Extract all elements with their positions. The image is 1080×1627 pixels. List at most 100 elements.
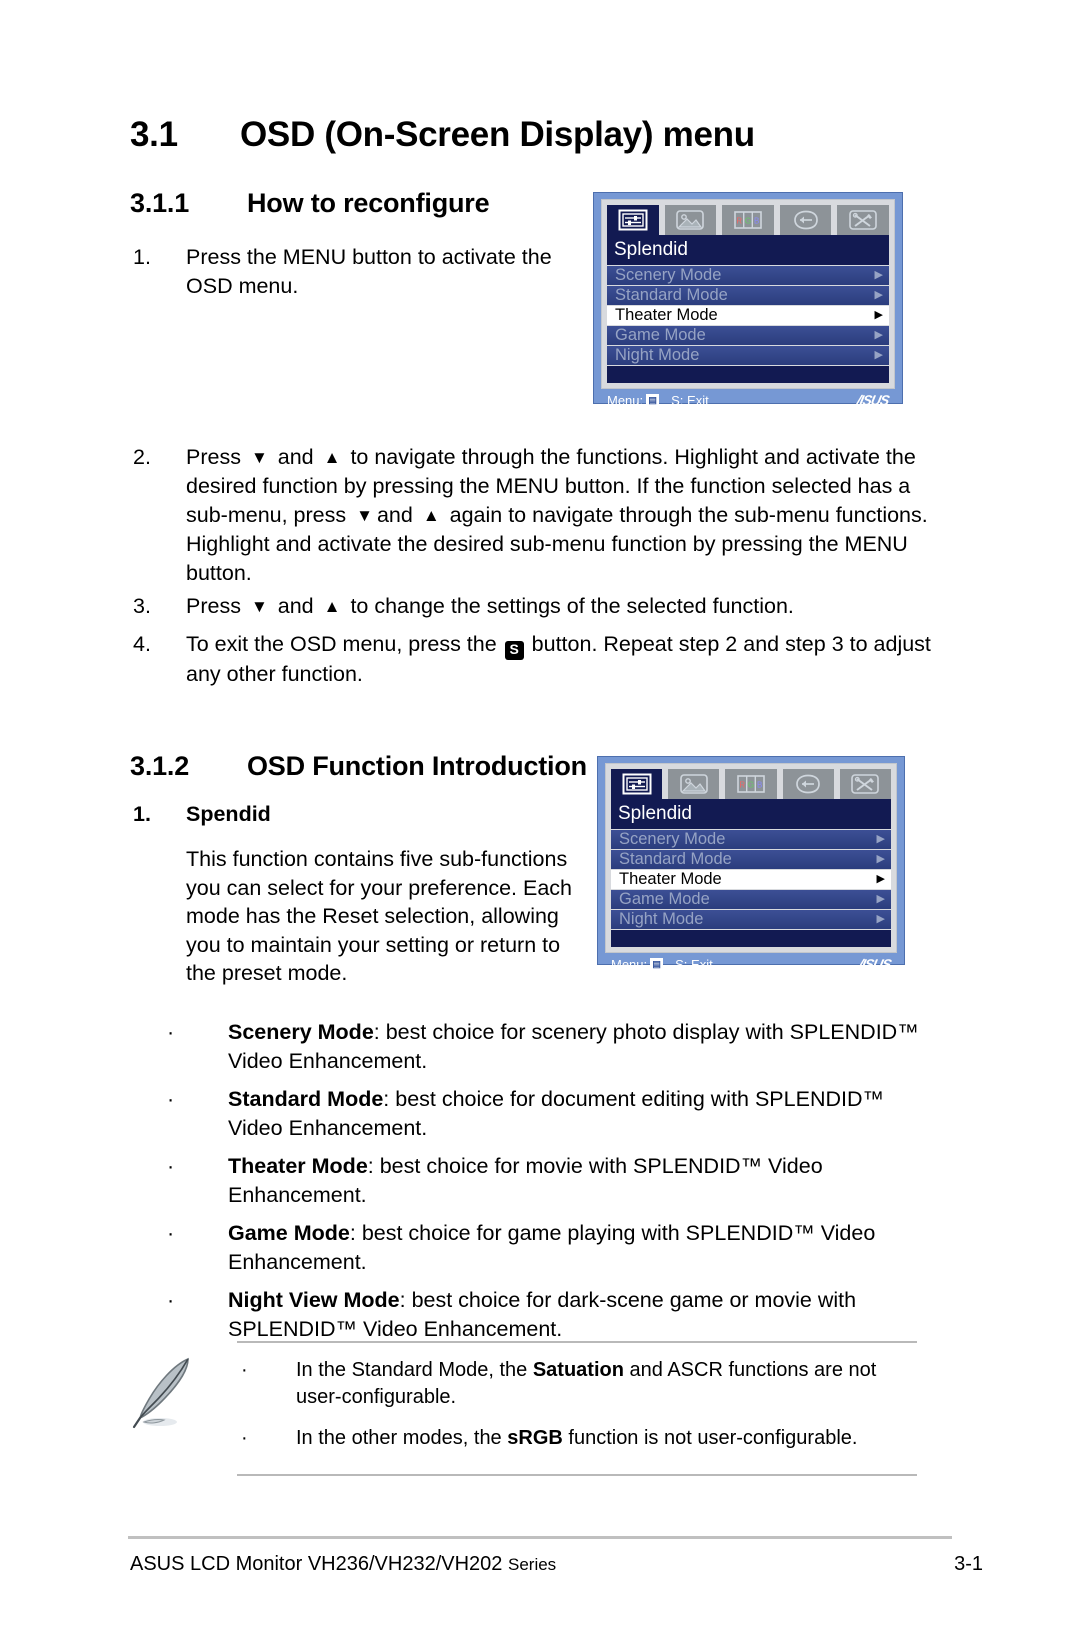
color-tab-icon[interactable]: RGB	[725, 769, 777, 799]
step-1-text: Press the MENU button to activate the OS…	[186, 245, 552, 298]
svg-text:B: B	[757, 781, 762, 790]
step-3-part-2: to change the settings of the selected f…	[350, 594, 794, 618]
page-title: 3.1 OSD (On-Screen Display) menu	[130, 115, 755, 155]
subsection-2-number: 3.1.2	[130, 751, 190, 781]
osd-row[interactable]: Game Mode ▶	[611, 890, 891, 909]
osd-row-label: Scenery Mode	[615, 266, 722, 285]
list-item: · Night View Mode: best choice for dark-s…	[167, 1286, 932, 1343]
splendid-tab-icon[interactable]	[607, 205, 659, 235]
osd-row-label: Game Mode	[619, 890, 710, 909]
step-3-part-1: Press	[186, 594, 241, 618]
down-arrow-icon: ▼	[250, 597, 268, 616]
osd-menu-screenshot-bottom: RGB Splendid Scenery Mode ▶ Standard Mod…	[597, 756, 905, 972]
osd-menu-label: Menu:	[607, 392, 644, 408]
step-4: 4. To exit the OSD menu, press the S but…	[133, 630, 933, 689]
bullet-dot-icon: ·	[167, 1154, 175, 1178]
osd-row[interactable]: Night Mode ▶	[607, 346, 889, 365]
menu-key-icon: ▤	[646, 394, 660, 406]
splendid-tab-icon[interactable]	[611, 769, 663, 799]
svg-text:R: R	[739, 781, 745, 790]
bullet-dot-icon: ·	[241, 1359, 248, 1381]
osd-row-label: Night Mode	[615, 346, 700, 365]
osd-row-label: Standard Mode	[619, 850, 732, 869]
asus-logo: /ISUS	[857, 956, 893, 972]
chevron-right-icon: ▶	[874, 269, 883, 281]
step-1: 1. Press the MENU button to activate the…	[133, 243, 553, 301]
osd-row[interactable]: Night Mode ▶	[611, 910, 891, 929]
osd-row[interactable]: Standard Mode ▶	[611, 850, 891, 869]
osd-footer: Menu: ▤ S: Exit /ISUS	[601, 389, 895, 408]
list-item: · Theater Mode: best choice for movie wit…	[167, 1152, 932, 1209]
note-text-pre: In the Standard Mode, the	[296, 1359, 533, 1381]
osd-row[interactable]: Scenery Mode ▶	[611, 830, 891, 849]
color-tab-icon[interactable]: RGB	[722, 205, 774, 235]
footer-models: VH236/VH232/VH202	[307, 1553, 508, 1575]
step-4-text: To exit the OSD menu, press the S button…	[186, 630, 933, 689]
osd-row-selected[interactable]: Theater Mode ▶	[611, 870, 891, 889]
osd-row-label: Game Mode	[615, 326, 706, 345]
chevron-right-icon: ▶	[876, 913, 885, 925]
bullet-term: Scenery Mode	[228, 1020, 374, 1044]
system-setup-tab-icon[interactable]	[839, 769, 892, 799]
subsection-2-heading: 3.1.2 OSD Function Introduction	[130, 751, 587, 782]
function-item-paragraph: This function contains five sub-function…	[186, 847, 573, 985]
s-button-icon: S	[504, 641, 524, 660]
step-2-and-2: and	[376, 503, 413, 527]
footer-left: ASUS LCD Monitor VH236/VH232/VH202 Serie…	[130, 1553, 556, 1576]
osd-row-label: Theater Mode	[619, 870, 722, 889]
osd-row[interactable]: Standard Mode ▶	[607, 286, 889, 305]
osd-row-selected[interactable]: Theater Mode ▶	[607, 306, 889, 325]
osd-title: Splendid	[607, 235, 889, 265]
system-setup-tab-icon[interactable]	[837, 205, 889, 235]
osd-row-label: Standard Mode	[615, 286, 728, 305]
input-select-tab-icon[interactable]	[779, 205, 832, 235]
step-1-index: 1.	[133, 245, 151, 269]
svg-text:R: R	[736, 217, 742, 226]
chevron-right-icon: ▶	[876, 893, 885, 905]
note-item: · In the Standard Mode, the Satuation and…	[241, 1357, 920, 1411]
section-title: OSD (On-Screen Display) menu	[240, 115, 755, 154]
image-tab-icon[interactable]	[668, 769, 720, 799]
list-item: · Scenery Mode: best choice for scenery p…	[167, 1018, 932, 1075]
bullet-term: Standard Mode	[228, 1087, 384, 1111]
footer-series-word: Series	[507, 1555, 557, 1574]
chevron-right-icon: ▶	[874, 329, 883, 341]
osd-empty-row	[611, 930, 891, 947]
step-3-and: and	[277, 594, 314, 618]
bullet-dot-icon: ·	[167, 1221, 175, 1245]
step-2-index: 2.	[133, 445, 151, 469]
chevron-right-icon: ▶	[876, 873, 885, 885]
step-3-index: 3.	[133, 594, 151, 618]
osd-menu-label: Menu:	[611, 956, 648, 972]
osd-exit-label: S: Exit	[675, 956, 713, 972]
up-arrow-icon: ▲	[422, 506, 440, 525]
osd-exit-label: S: Exit	[671, 392, 709, 408]
list-item: · Standard Mode: best choice for document…	[167, 1085, 932, 1142]
up-arrow-icon: ▲	[323, 597, 341, 616]
note-box: · In the Standard Mode, the Satuation and…	[130, 1341, 920, 1476]
subsection-1-heading: 3.1.1 How to reconfigure	[130, 188, 490, 219]
step-3: 3. Press ▼ and ▲ to change the settings …	[133, 592, 933, 621]
osd-menu-screenshot-top: RGB Splendid Scenery Mode ▶ Standard Mod…	[593, 192, 903, 408]
osd-row[interactable]: Game Mode ▶	[607, 326, 889, 345]
chevron-right-icon: ▶	[876, 853, 885, 865]
bullet-dot-icon: ·	[167, 1087, 175, 1111]
document-page: 3.1 OSD (On-Screen Display) menu 3.1.1 How…	[0, 0, 1080, 1627]
input-select-tab-icon[interactable]	[782, 769, 834, 799]
osd-tab-bar: RGB	[611, 769, 892, 799]
osd-title: Splendid	[611, 799, 891, 829]
osd-footer: Menu: ▤ S: Exit /ISUS	[605, 953, 897, 972]
quill-pen-icon	[132, 1357, 189, 1429]
image-tab-icon[interactable]	[664, 205, 717, 235]
chevron-right-icon: ▶	[874, 309, 883, 321]
svg-text:B: B	[754, 217, 759, 226]
osd-row-label: Theater Mode	[615, 306, 718, 325]
svg-text:G: G	[748, 781, 754, 790]
note-term: sRGB	[507, 1427, 563, 1449]
list-item: · Game Mode: best choice for game playing…	[167, 1219, 932, 1276]
page-number: 3-1	[954, 1553, 983, 1575]
osd-row[interactable]: Scenery Mode ▶	[607, 266, 889, 285]
up-arrow-icon: ▲	[323, 448, 341, 467]
step-3-text: Press ▼ and ▲ to change the settings of …	[186, 592, 933, 621]
note-text-pre: In the other modes, the	[296, 1427, 508, 1449]
